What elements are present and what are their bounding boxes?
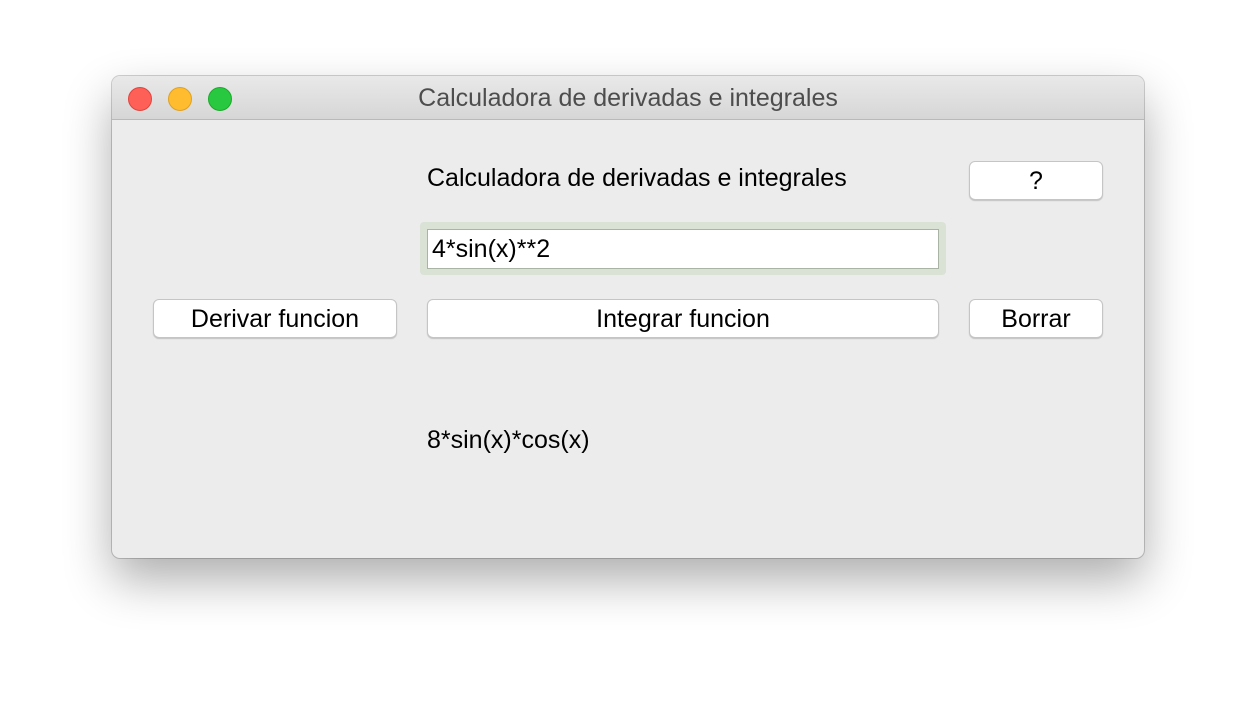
window-title: Calculadora de derivadas e integrales — [418, 84, 838, 112]
function-input[interactable] — [427, 229, 939, 269]
clear-button[interactable]: Borrar — [969, 299, 1103, 338]
result-label: 8*sin(x)*cos(x) — [427, 426, 590, 454]
derive-button[interactable]: Derivar funcion — [153, 299, 397, 338]
app-window: Calculadora de derivadas e integrales Ca… — [112, 76, 1144, 558]
app-heading: Calculadora de derivadas e integrales — [427, 164, 847, 192]
help-button[interactable]: ? — [969, 161, 1103, 200]
title-bar[interactable]: Calculadora de derivadas e integrales — [112, 76, 1144, 120]
integrate-button[interactable]: Integrar funcion — [427, 299, 939, 338]
